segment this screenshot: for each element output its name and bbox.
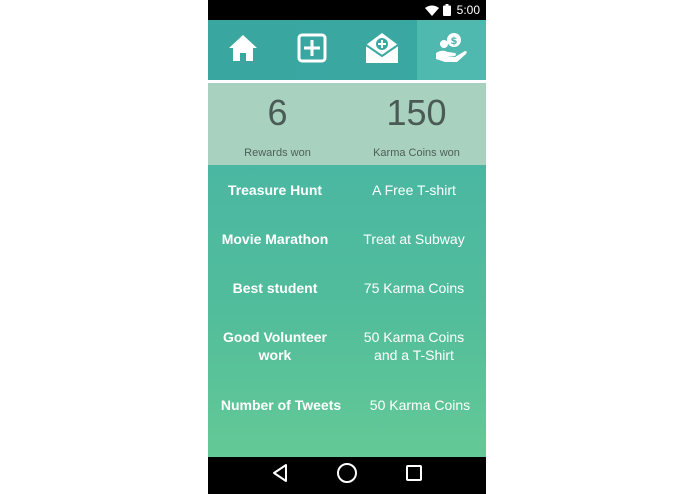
rewards-list: Treasure Hunt A Free T-shirt Movie Marat… bbox=[208, 165, 486, 457]
back-button[interactable] bbox=[271, 463, 289, 488]
reward-prize: Treat at Subway bbox=[363, 231, 465, 247]
coins-won-count: 150 bbox=[386, 92, 447, 133]
reward-prize: 50 Karma Coins bbox=[369, 397, 471, 413]
battery-icon bbox=[442, 4, 451, 16]
add-box-icon bbox=[297, 33, 327, 68]
phone-screen: 5:00 $ 6 Rewards won 150 Karma Coins won… bbox=[208, 0, 486, 494]
coins-won-label: Karma Coins won bbox=[373, 147, 460, 159]
reward-row[interactable]: Movie Marathon Treat at Subway bbox=[208, 230, 486, 248]
reward-name: Best student bbox=[232, 280, 318, 296]
nav-mail[interactable] bbox=[347, 20, 417, 80]
wifi-icon bbox=[424, 5, 439, 16]
reward-row[interactable]: Good Volunteer work 50 Karma Coins and a… bbox=[208, 328, 486, 364]
recents-button[interactable] bbox=[405, 464, 423, 487]
reward-row[interactable]: Number of Tweets 50 Karma Coins bbox=[208, 396, 486, 414]
nav-add[interactable] bbox=[278, 20, 348, 80]
coins-hand-icon: $ bbox=[433, 31, 469, 70]
svg-text:$: $ bbox=[451, 36, 458, 47]
rewards-won-count: 6 bbox=[267, 92, 288, 133]
system-nav-bar bbox=[208, 457, 486, 494]
stats-panel: 6 Rewards won 150 Karma Coins won bbox=[208, 83, 486, 165]
stat-coins-won: 150 Karma Coins won bbox=[347, 83, 486, 165]
reward-name: Treasure Hunt bbox=[227, 182, 323, 198]
rewards-won-label: Rewards won bbox=[244, 147, 311, 159]
nav-home[interactable] bbox=[208, 20, 278, 80]
recents-square-icon bbox=[405, 464, 423, 487]
reward-row[interactable]: Best student 75 Karma Coins bbox=[208, 279, 486, 297]
reward-prize: 50 Karma Coins and a T-Shirt bbox=[363, 329, 465, 363]
nav-rewards[interactable]: $ bbox=[416, 20, 486, 80]
back-triangle-icon bbox=[271, 463, 289, 488]
status-time: 5:00 bbox=[456, 3, 480, 17]
reward-prize: A Free T-shirt bbox=[372, 182, 456, 198]
home-icon bbox=[227, 33, 259, 68]
home-circle-icon bbox=[336, 462, 358, 489]
top-nav: $ bbox=[208, 20, 486, 80]
reward-name: Good Volunteer work bbox=[223, 329, 327, 363]
stat-rewards-won: 6 Rewards won bbox=[208, 83, 347, 165]
reward-name: Number of Tweets bbox=[220, 397, 342, 413]
reward-name: Movie Marathon bbox=[221, 231, 329, 247]
mail-add-icon bbox=[364, 31, 400, 70]
reward-row[interactable]: Treasure Hunt A Free T-shirt bbox=[208, 181, 486, 199]
home-button[interactable] bbox=[336, 462, 358, 489]
status-bar: 5:00 bbox=[208, 0, 486, 20]
reward-prize: 75 Karma Coins bbox=[363, 280, 465, 296]
